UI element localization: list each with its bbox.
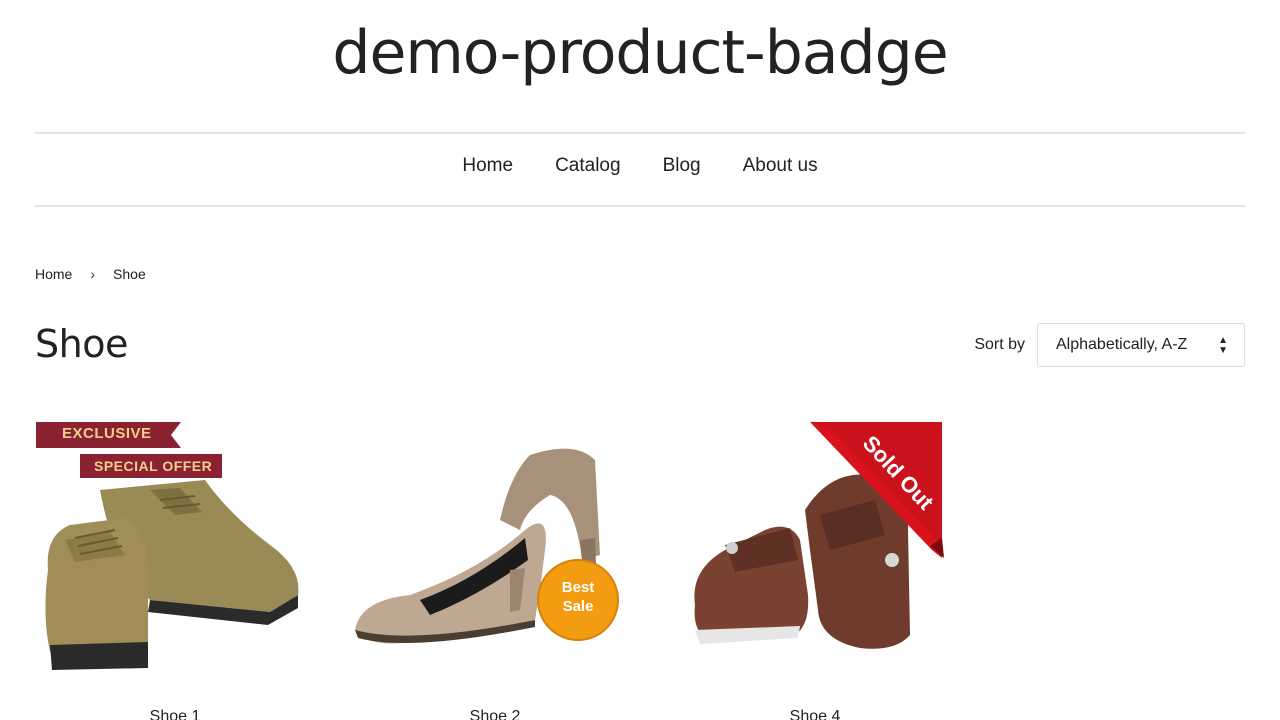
main-nav: Home Catalog Blog About us [0,155,1280,177]
nav-item-catalog[interactable]: Catalog [555,155,621,177]
exclusive-badge-label: EXCLUSIVE [62,425,152,442]
sort-selected-value: Alphabetically, A-Z [1056,336,1188,353]
product-title[interactable]: Shoe 1 [30,708,320,720]
product-card[interactable]: Sold Out Shoe 4 [670,420,960,720]
up-down-arrows-icon: ▲ ▼ [1218,335,1228,356]
nav-item-home[interactable]: Home [462,155,513,177]
product-card[interactable]: EXCLUSIVE SPECIAL OFFER Shoe 1 [30,420,320,720]
product-card[interactable]: Best Sale Shoe 2 [350,420,640,720]
header-divider-top [35,132,1245,134]
sort-label: Sort by [974,336,1025,353]
special-offer-badge-label: SPECIAL OFFER [94,458,213,474]
breadcrumb: Home › Shoe [35,266,146,282]
breadcrumb-current: Shoe [113,266,146,282]
header-divider-bottom [35,205,1245,207]
best-sale-badge-label: Best Sale [561,579,595,615]
sort-select[interactable]: Alphabetically, A-Z ▲ ▼ [1037,323,1245,367]
site-title[interactable]: demo-product-badge [0,18,1280,88]
sort-control: Sort by Alphabetically, A-Z ▲ ▼ [974,323,1245,367]
product-title[interactable]: Shoe 2 [350,708,640,720]
product-title[interactable]: Shoe 4 [670,708,960,720]
breadcrumb-separator-icon: › [90,266,96,282]
nav-item-blog[interactable]: Blog [663,155,701,177]
breadcrumb-home-link[interactable]: Home [35,266,72,282]
nav-item-about-us[interactable]: About us [743,155,818,177]
page-title: Shoe [35,322,128,366]
